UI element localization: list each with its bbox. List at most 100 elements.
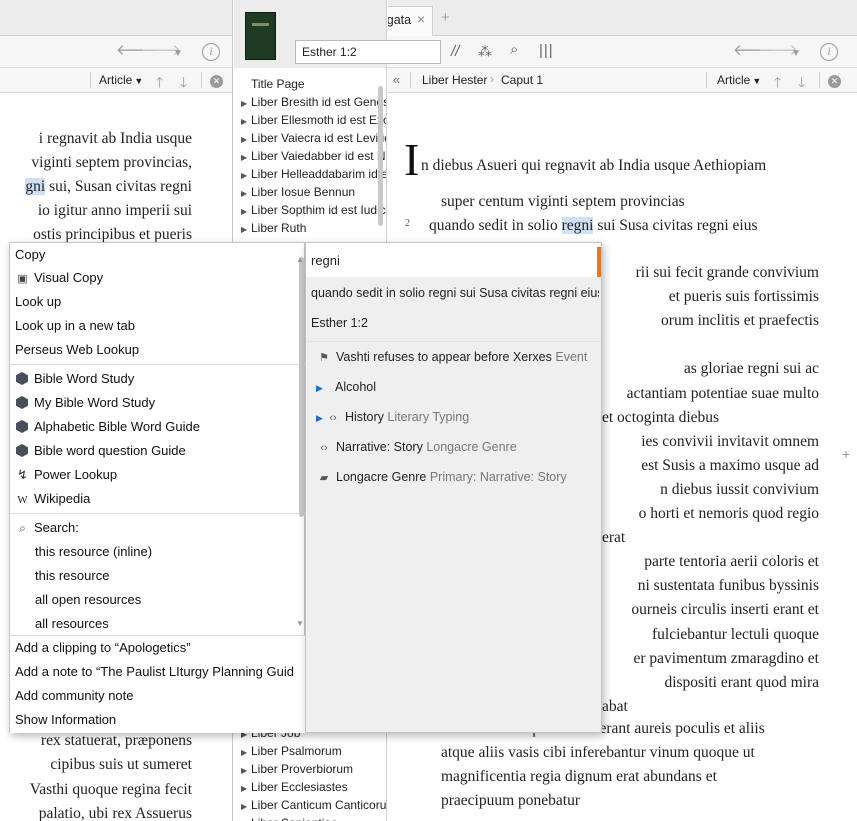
breadcrumb-chapter[interactable]: Caput 1 <box>501 73 543 87</box>
highlighted-word[interactable]: gni <box>25 178 46 196</box>
close-icon[interactable]: ✕ <box>210 75 223 88</box>
verse-line: magnificentia regia dignum erat abundans… <box>441 768 717 786</box>
flag-icon: ⚑ <box>319 352 329 364</box>
expand-triangle-icon[interactable]: ▶ <box>241 203 251 219</box>
toc-item-label: Liber Vaiedabber id est Numeri <box>251 149 386 163</box>
expand-triangle-icon[interactable]: ▶ <box>241 816 251 821</box>
search-icon[interactable]: ⌕ <box>510 41 518 58</box>
menu-search-all-open[interactable]: all open resources <box>10 588 300 612</box>
menu-question-guide[interactable]: Bible word question Guide <box>10 439 300 463</box>
toc-item[interactable]: ▶Liber Ellesmoth id est Exodus <box>234 111 386 129</box>
breadcrumb-book[interactable]: Liber Hester <box>422 73 487 87</box>
info-item-label: Narrative: Story <box>336 440 423 454</box>
scroll-up-icon[interactable]: ▲ <box>296 255 304 264</box>
verse-fragment-line: as gloriae regni sui ac <box>683 360 819 378</box>
info-item-label: Vashti refuses to appear before Xerxes <box>336 350 552 364</box>
menu-add-note[interactable]: Add a note to “The Paulist LIturgy Plann… <box>10 660 300 684</box>
expand-triangle-icon[interactable]: ▶ <box>241 149 251 165</box>
expand-triangle-icon[interactable]: ▶ <box>241 131 251 147</box>
menu-scrollbar[interactable] <box>299 257 304 517</box>
article-dropdown[interactable]: Article ▼ <box>717 73 761 87</box>
down-arrow-icon[interactable]: 🡓 <box>798 72 805 96</box>
menu-add-clipping[interactable]: Add a clipping to “Apologetics” <box>10 636 300 660</box>
toc-item[interactable]: ▶Liber Helleaddabarim id est Deuteronomi… <box>234 165 386 183</box>
expand-triangle-icon[interactable]: ▶ <box>241 762 251 778</box>
info-item-genre[interactable]: ▰ Longacre Genre Primary: Narrative: Stor… <box>316 470 567 484</box>
toc-item[interactable]: ▶Liber Sapientiae <box>234 814 386 821</box>
toc-item[interactable]: Title Page <box>234 75 386 93</box>
info-item-event[interactable]: ⚑ Vashti refuses to appear before Xerxes … <box>316 350 587 364</box>
collapse-toc-icon[interactable]: « <box>393 72 400 87</box>
menu-search-this-resource-inline[interactable]: this resource (inline) <box>10 540 300 564</box>
menu-show-information[interactable]: Show Information <box>10 708 300 732</box>
menu-bible-word-study[interactable]: Bible Word Study <box>10 367 300 391</box>
menu-visual-copy[interactable]: ▣ Visual Copy <box>10 266 300 290</box>
menu-copy[interactable]: Copy <box>10 243 300 267</box>
up-arrow-icon[interactable]: 🡑 <box>156 72 163 96</box>
selection-context[interactable]: quando sedit in solio regni sui Susa civ… <box>311 286 599 300</box>
toc-scrollbar[interactable] <box>378 86 383 226</box>
selected-word[interactable]: regni <box>561 217 594 234</box>
info-item-label: Longacre Genre <box>336 470 427 484</box>
visual-filters-icon[interactable]: ⁂ <box>478 43 492 60</box>
expand-triangle-icon[interactable]: ▶ <box>241 185 251 201</box>
toc-item[interactable]: ▶ Liber Bresith id est Genesis <box>234 93 386 111</box>
toc-item[interactable]: ▶ Liber Ecclesiastes <box>234 778 386 796</box>
separator <box>706 72 707 88</box>
scroll-down-icon[interactable]: ▼ <box>296 619 304 628</box>
menu-look-up-new-tab[interactable]: Look up in a new tab <box>10 314 300 338</box>
toc-item[interactable]: ▶Liber Vaiecra id est Leviticus <box>234 129 386 147</box>
info-item-narrative[interactable]: ‹› Narrative: Story Longacre Genre <box>316 440 516 454</box>
toc-item[interactable]: ▶ Liber Canticum Canticorum <box>234 796 386 814</box>
expand-triangle-icon[interactable]: ▶ <box>241 221 251 237</box>
toc-item[interactable]: ▶ Liber Proverbiorum <box>234 760 386 778</box>
parallel-resources-icon[interactable]: // <box>451 43 459 60</box>
menu-wikipedia[interactable]: W Wikipedia <box>10 487 300 511</box>
toc-item[interactable]: ▶Liber Vaiedabber id est Numeri <box>234 147 386 165</box>
menu-my-bible-word-study[interactable]: My Bible Word Study <box>10 391 300 415</box>
menu-look-up[interactable]: Look up <box>10 290 300 314</box>
verse-fragment-line: et pueris suis fortissimis <box>668 288 819 306</box>
menu-search-all-resources[interactable]: all resources <box>10 612 300 636</box>
menu-alphabetic-guide[interactable]: Alphabetic Bible Word Guide <box>10 415 300 439</box>
guide-hex-icon <box>16 444 28 457</box>
menu-power-lookup[interactable]: ↯ Power Lookup <box>10 463 300 487</box>
info-item-alcohol[interactable]: ▶ Alcohol <box>316 380 376 394</box>
history-dropdown-icon[interactable]: ▼ <box>173 46 183 62</box>
article-dropdown[interactable]: Article ▼ <box>99 73 143 87</box>
expand-triangle-icon[interactable]: ▶ <box>241 798 251 814</box>
toc-item-label: Liber Ruth <box>251 221 307 235</box>
close-icon[interactable]: ✕ <box>828 75 841 88</box>
expand-triangle-icon[interactable]: ▶ <box>241 95 251 111</box>
toc-item-label: Liber Ellesmoth id est Exodus <box>251 113 386 127</box>
guide-hex-icon <box>16 396 28 409</box>
info-item-history[interactable]: ▶ ‹› History Literary Typing <box>316 410 469 424</box>
columns-icon[interactable]: ||| <box>539 42 554 59</box>
tab-close-icon[interactable]: × <box>417 11 425 27</box>
expand-triangle-icon[interactable]: ▶ <box>316 383 325 394</box>
new-tab-plus-icon[interactable]: + <box>441 9 450 26</box>
reference-input[interactable] <box>295 40 441 64</box>
toc-item[interactable]: ▶ Liber Psalmorum <box>234 742 386 760</box>
menu-add-community-note[interactable]: Add community note <box>10 684 300 708</box>
menu-perseus-lookup[interactable]: Perseus Web Lookup <box>10 338 300 362</box>
toc-item[interactable]: ▶ Liber Iosue Bennun <box>234 183 386 201</box>
menu-search-this-resource[interactable]: this resource <box>10 564 300 588</box>
expand-triangle-icon[interactable]: ▶ <box>241 167 251 183</box>
expand-triangle-icon[interactable]: ▶ <box>241 780 251 796</box>
menu-item-label: Look up in a new tab <box>15 318 135 333</box>
panel-resize-handle-icon[interactable]: + <box>842 446 850 462</box>
menu-item-label: Alphabetic Bible Word Guide <box>34 419 200 434</box>
info-icon[interactable]: i <box>202 43 220 61</box>
selection-reference[interactable]: Esther 1:2 <box>311 316 368 330</box>
info-icon[interactable]: i <box>820 43 838 61</box>
up-arrow-icon[interactable]: 🡑 <box>774 72 781 96</box>
down-arrow-icon[interactable]: 🡓 <box>180 72 187 96</box>
toc-item[interactable]: ▶ Liber Ruth <box>234 219 386 237</box>
toc-item[interactable]: ▶Liber Sopthim id est Iudicum <box>234 201 386 219</box>
history-dropdown-icon[interactable]: ▼ <box>791 46 801 62</box>
book-cover-icon[interactable] <box>245 12 276 60</box>
expand-triangle-icon[interactable]: ▶ <box>241 113 251 129</box>
expand-triangle-icon[interactable]: ▶ <box>241 744 251 760</box>
expand-triangle-icon[interactable]: ▶ <box>316 413 325 424</box>
